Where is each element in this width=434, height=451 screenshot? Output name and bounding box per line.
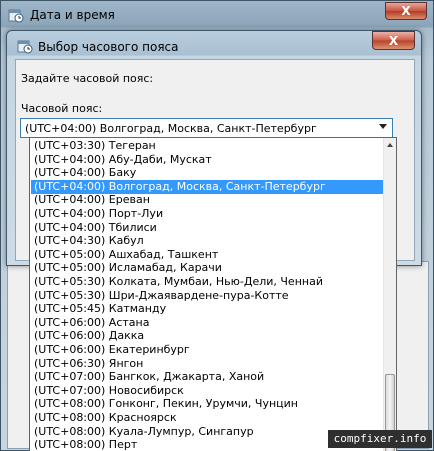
- timezone-option[interactable]: (UTC+07:00) Новосибирск: [31, 384, 384, 398]
- timezone-option[interactable]: (UTC+05:00) Исламабад, Карачи: [31, 261, 384, 275]
- scrollbar[interactable]: [383, 138, 396, 451]
- scroll-up-arrow-icon[interactable]: [384, 138, 396, 152]
- timezone-option[interactable]: (UTC+05:30) Шри-Джаявардене-пура-Котте: [31, 289, 384, 303]
- close-button[interactable]: X: [385, 2, 427, 20]
- timezone-option[interactable]: (UTC+05:30) Колката, Мумбаи, Нью-Дели, Ч…: [31, 275, 384, 289]
- timezone-option[interactable]: (UTC+06:00) Екатеринбург: [31, 343, 384, 357]
- timezone-option[interactable]: (UTC+04:00) Ереван: [31, 193, 384, 207]
- timezone-select[interactable]: (UTC+04:00) Волгоград, Москва, Санкт-Пет…: [20, 118, 393, 138]
- timezone-option[interactable]: (UTC+04:30) Кабул: [31, 234, 384, 248]
- timezone-option[interactable]: (UTC+04:00) Абу-Даби, Мускат: [31, 153, 384, 167]
- timezone-option[interactable]: (UTC+04:00) Тбилиси: [31, 221, 384, 235]
- dialog-close-button[interactable]: X: [372, 31, 415, 50]
- timezone-option[interactable]: (UTC+06:00) Астана: [31, 316, 384, 330]
- clock-calendar-icon: [17, 40, 33, 54]
- timezone-option[interactable]: (UTC+08:00) Красноярск: [31, 411, 384, 425]
- timezone-option[interactable]: (UTC+04:00) Порт-Луи: [31, 207, 384, 221]
- chevron-down-icon[interactable]: [379, 124, 387, 129]
- title-bar: Дата и время X: [1, 1, 433, 28]
- timezone-select-value: (UTC+04:00) Волгоград, Москва, Санкт-Пет…: [25, 122, 317, 135]
- timezone-dropdown-list[interactable]: (UTC+03:30) Тегеран (UTC+04:00) Абу-Даби,…: [29, 137, 397, 451]
- dialog-title: Выбор часового пояса: [38, 40, 179, 54]
- timezone-option[interactable]: (UTC+03:30) Тегеран: [31, 139, 384, 153]
- watermark: compfixer.info: [328, 430, 432, 448]
- timezone-option[interactable]: (UTC+06:00) Дакка: [31, 329, 384, 343]
- timezone-option[interactable]: (UTC+06:30) Янгон: [31, 357, 384, 371]
- timezone-option[interactable]: (UTC+08:00) Гонконг, Пекин, Урумчи, Чунц…: [31, 397, 384, 411]
- timezone-option[interactable]: (UTC+04:00) Волгоград, Москва, Санкт-Пет…: [31, 179, 384, 194]
- clock-calendar-icon: [8, 9, 24, 23]
- timezone-label: Часовой пояс:: [21, 102, 103, 115]
- timezone-option[interactable]: (UTC+05:45) Катманду: [31, 302, 384, 316]
- window-title: Дата и время: [30, 8, 115, 22]
- timezone-option[interactable]: (UTC+04:00) Баку: [31, 166, 384, 180]
- prompt-label: Задайте часовой пояс:: [21, 72, 154, 85]
- timezone-option[interactable]: (UTC+07:00) Бангкок, Джакарта, Ханой: [31, 370, 384, 384]
- timezone-option[interactable]: (UTC+05:00) Ашхабад, Ташкент: [31, 248, 384, 262]
